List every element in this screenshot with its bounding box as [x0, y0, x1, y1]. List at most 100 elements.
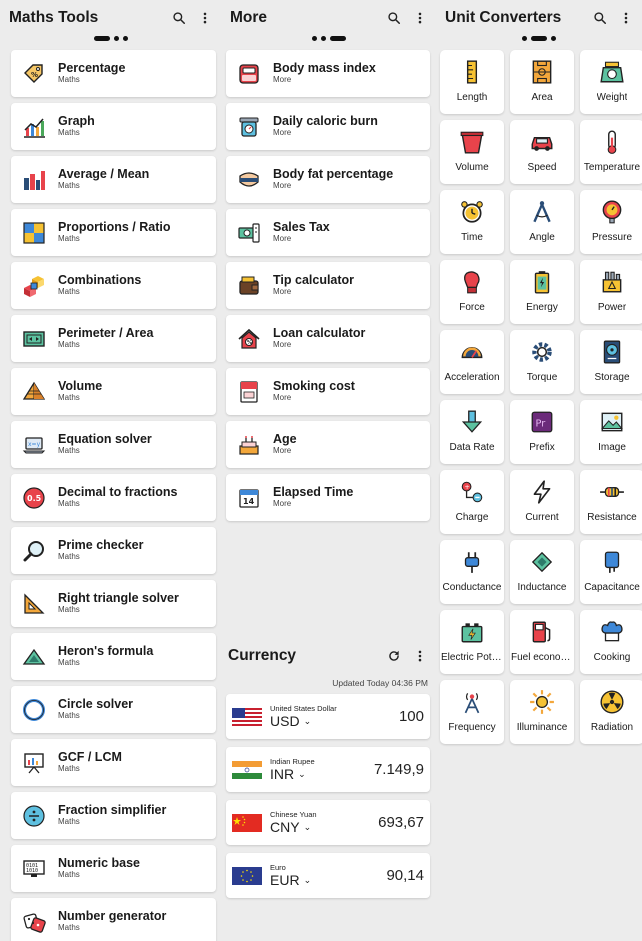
weight-scale-icon	[599, 59, 625, 85]
unit-tile-angle[interactable]: Angle	[510, 190, 574, 254]
unit-tile-acceleration[interactable]: Acceleration	[440, 330, 504, 394]
unit-tile-fuel-economy[interactable]: Fuel economy	[510, 610, 574, 674]
thermometer-icon	[599, 129, 625, 155]
maths-item-prime-checker[interactable]: Prime checker Maths	[11, 527, 216, 574]
unit-tile-current[interactable]: Current	[510, 470, 574, 534]
more-item-body-fat-percentage[interactable]: Body fat percentage More	[226, 156, 430, 203]
more-item-daily-caloric-burn[interactable]: Daily caloric burn More	[226, 103, 430, 150]
unit-tile-pressure[interactable]: Pressure	[580, 190, 642, 254]
maths-item-decimal-to-fractions[interactable]: 0.5 Decimal to fractions Maths	[11, 474, 216, 521]
currency-amount-input[interactable]: 100	[399, 708, 424, 725]
maths-item-combinations[interactable]: Combinations Maths	[11, 262, 216, 309]
unit-tile-force[interactable]: Force	[440, 260, 504, 324]
perimeter-icon	[22, 327, 46, 351]
more-item-tip-calculator[interactable]: Tip calculator More	[226, 262, 430, 309]
unit-tile-power[interactable]: Power	[580, 260, 642, 324]
search-icon[interactable]	[384, 8, 404, 28]
unit-tile-resistance[interactable]: Resistance	[580, 470, 642, 534]
currency-code-dropdown[interactable]: CNY ⌄	[270, 820, 378, 834]
unit-tile-image[interactable]: Image	[580, 400, 642, 464]
unit-tile-frequency[interactable]: Frequency	[440, 680, 504, 744]
more-item-body-mass-index[interactable]: Body mass index More	[226, 50, 430, 97]
maths-item-text: Equation solver Maths	[58, 432, 152, 457]
unit-tile-charge[interactable]: + Charge	[440, 470, 504, 534]
search-icon[interactable]	[169, 8, 189, 28]
currency-amount-input[interactable]: 90,14	[386, 867, 424, 884]
currency-row-inr[interactable]: Indian Rupee INR ⌄ 7.149,9	[226, 747, 430, 792]
unit-tile-inductance[interactable]: Inductance	[510, 540, 574, 604]
unit-tile-label: Cooking	[593, 652, 631, 663]
search-icon[interactable]	[590, 8, 610, 28]
currency-selector[interactable]: Chinese Yuan CNY ⌄	[270, 811, 378, 835]
pressure-gauge-icon	[599, 199, 625, 225]
more-item-title: Sales Tax	[273, 219, 330, 234]
maths-item-volume[interactable]: Volume Maths	[11, 368, 216, 415]
more-item-age[interactable]: Age More	[226, 421, 430, 468]
unit-tile-conductance[interactable]: Conductance	[440, 540, 504, 604]
currency-amount-input[interactable]: 693,67	[378, 814, 424, 831]
currency-row-usd[interactable]: United States Dollar USD ⌄ 100	[226, 694, 430, 739]
currency-selector[interactable]: Euro EUR ⌄	[270, 864, 386, 888]
unit-tile-area[interactable]: Area	[510, 50, 574, 114]
more-vert-icon[interactable]	[410, 646, 430, 666]
currency-code-dropdown[interactable]: EUR ⌄	[270, 873, 386, 887]
gear-icon	[529, 339, 555, 365]
more-vert-icon[interactable]	[410, 8, 430, 28]
maths-item-numeric-base[interactable]: 0101 1010 Numeric base Maths	[11, 845, 216, 892]
unit-tile-temperature[interactable]: Temperature	[580, 120, 642, 184]
unit-tile-data-rate[interactable]: Data Rate	[440, 400, 504, 464]
house-loan-icon: %	[237, 327, 261, 351]
unit-tile-time[interactable]: Time	[440, 190, 504, 254]
currency-amount-input[interactable]: 7.149,9	[374, 761, 424, 778]
unit-tile-weight[interactable]: Weight	[580, 50, 642, 114]
maths-item-fraction-simplifier[interactable]: Fraction simplifier Maths	[11, 792, 216, 839]
maths-item-gcf-lcm[interactable]: GCF / LCM Maths	[11, 739, 216, 786]
more-item-loan-calculator[interactable]: % Loan calculator More	[226, 315, 430, 362]
currency-selector[interactable]: United States Dollar USD ⌄	[270, 705, 399, 729]
more-vert-icon[interactable]	[616, 8, 636, 28]
unit-tile-illuminance[interactable]: Illuminance	[510, 680, 574, 744]
maths-item-category: Maths	[58, 658, 80, 668]
unit-tile-torque[interactable]: Torque	[510, 330, 574, 394]
maths-item-perimeter-area[interactable]: Perimeter / Area Maths	[11, 315, 216, 362]
maths-item-proportions-ratio[interactable]: Proportions / Ratio Maths	[11, 209, 216, 256]
currency-row-cny[interactable]: Chinese Yuan CNY ⌄ 693,67	[226, 800, 430, 845]
svg-text:1010: 1010	[26, 868, 38, 874]
unit-tile-capacitance[interactable]: Capacitance	[580, 540, 642, 604]
chevron-down-icon: ⌄	[303, 874, 312, 885]
unit-tile-energy[interactable]: Energy	[510, 260, 574, 324]
currency-row-eur[interactable]: Euro EUR ⌄ 90,14	[226, 853, 430, 898]
currency-selector[interactable]: Indian Rupee INR ⌄	[270, 758, 374, 782]
maths-item-right-triangle-solver[interactable]: Right triangle solver Maths	[11, 580, 216, 627]
more-vert-icon[interactable]	[195, 8, 215, 28]
more-item-title: Elapsed Time	[273, 484, 354, 499]
more-item-elapsed-time[interactable]: 14 Elapsed Time More	[226, 474, 430, 521]
maths-item-circle-solver[interactable]: Circle solver Maths	[11, 686, 216, 733]
unit-tile-radiation[interactable]: Radiation	[580, 680, 642, 744]
unit-tile-label: Volume	[455, 162, 489, 173]
more-item-text: Smoking cost More	[273, 379, 355, 404]
body-fat-icon	[237, 168, 261, 192]
maths-item-text: Prime checker Maths	[58, 538, 143, 563]
maths-item-average-mean[interactable]: Average / Mean Maths	[11, 156, 216, 203]
unit-tile-electric-potential[interactable]: Electric Potential	[440, 610, 504, 674]
unit-tile-cooking[interactable]: Cooking	[580, 610, 642, 674]
more-item-smoking-cost[interactable]: Smoking cost More	[226, 368, 430, 415]
unit-tile-prefix[interactable]: Pr Prefix	[510, 400, 574, 464]
maths-item-graph[interactable]: Graph Maths	[11, 103, 216, 150]
maths-item-equation-solver[interactable]: x=y Equation solver Maths	[11, 421, 216, 468]
unit-tile-speed[interactable]: Speed	[510, 120, 574, 184]
maths-item-text: Proportions / Ratio Maths	[58, 220, 171, 245]
more-item-text: Tip calculator More	[273, 273, 354, 298]
more-item-text: Sales Tax More	[273, 219, 330, 245]
more-item-sales-tax[interactable]: Sales Tax More	[226, 209, 430, 256]
maths-item-number-generator[interactable]: Number generator Maths	[11, 898, 216, 941]
currency-code-dropdown[interactable]: INR ⌄	[270, 767, 374, 781]
maths-item-percentage[interactable]: % Percentage Maths	[11, 50, 216, 97]
unit-tile-length[interactable]: Length	[440, 50, 504, 114]
currency-code-dropdown[interactable]: USD ⌄	[270, 714, 399, 728]
maths-item-heron-s-formula[interactable]: Heron's formula Maths	[11, 633, 216, 680]
refresh-icon[interactable]	[384, 646, 404, 666]
unit-tile-storage[interactable]: Storage	[580, 330, 642, 394]
unit-tile-volume[interactable]: Volume	[440, 120, 504, 184]
